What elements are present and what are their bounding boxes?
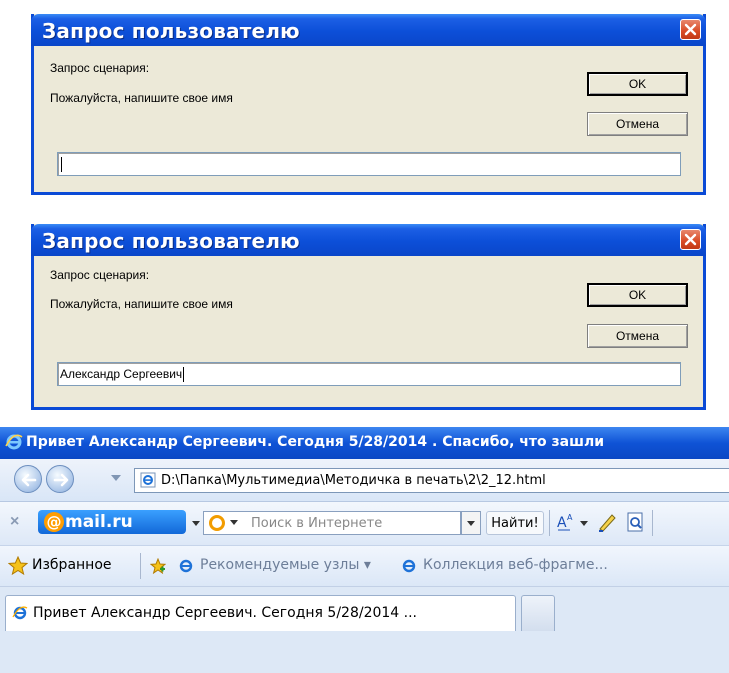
ok-button[interactable]: OK	[587, 283, 688, 307]
close-icon	[684, 233, 697, 246]
name-input[interactable]: Александр Сергеевич	[57, 362, 681, 386]
prompt-heading: Запрос сценария:	[50, 268, 150, 282]
new-tab-button[interactable]	[521, 595, 555, 631]
address-bar[interactable]: D:\Папка\Мультимедиа\Методичка в печать\…	[134, 468, 729, 493]
mailru-toolbar: × @ mail.ru Поиск в Интернете Найти! A A	[0, 502, 729, 546]
prompt-text: Пожалуйста, напишите свое имя	[50, 297, 233, 311]
name-input[interactable]	[57, 152, 681, 176]
prompt-text: Пожалуйста, напишите свое имя	[50, 91, 233, 105]
suggested-sites-link[interactable]: Рекомендуемые узлы ▾	[200, 557, 371, 573]
close-icon	[684, 23, 697, 36]
forward-arrow-icon	[53, 473, 69, 487]
cancel-button[interactable]: Отмена	[587, 324, 688, 348]
favorites-bar: Избранное Рекомендуемые узлы ▾ Коллекция…	[0, 546, 729, 587]
close-button[interactable]	[680, 19, 701, 40]
mailru-brand: mail.ru	[65, 512, 133, 532]
ie-logo-icon	[5, 434, 23, 450]
web-slice-gallery-link[interactable]: Коллекция веб-фрагме...	[423, 557, 608, 573]
page-ie-icon	[140, 472, 156, 488]
page-preview-icon[interactable]	[624, 511, 646, 533]
dialog-titlebar[interactable]: Запрос пользователю	[31, 224, 706, 256]
dialog-title: Запрос пользователю	[42, 19, 300, 43]
at-icon: @	[44, 512, 64, 532]
back-button[interactable]	[14, 465, 42, 493]
text-size-dropdown-icon[interactable]	[580, 521, 588, 526]
back-arrow-icon	[21, 473, 37, 487]
favorites-label[interactable]: Избранное	[32, 557, 112, 573]
tab-title: Привет Александр Сергеевич. Сегодня 5/28…	[33, 605, 418, 621]
search-engine-icon	[209, 515, 225, 531]
input-value: Александр Сергеевич	[60, 367, 183, 381]
ie-page-icon	[12, 606, 28, 620]
toolbar-divider	[549, 510, 550, 536]
search-history-dropdown[interactable]	[461, 511, 481, 535]
svg-text:A: A	[557, 515, 567, 531]
dialog-titlebar[interactable]: Запрос пользователю	[31, 14, 706, 46]
svg-text:A: A	[567, 513, 573, 522]
text-caret	[61, 157, 62, 173]
close-button[interactable]	[680, 229, 701, 250]
mailru-dropdown-icon[interactable]	[192, 521, 200, 526]
cancel-button[interactable]: Отмена	[587, 112, 688, 136]
prompt-dialog-empty: Запрос пользователю Запрос сценария: Пож…	[31, 14, 706, 195]
chevron-down-icon	[467, 521, 475, 526]
window-titlebar[interactable]: Привет Александр Сергеевич. Сегодня 5/28…	[0, 427, 729, 459]
ie-page-icon	[179, 559, 193, 573]
tab-active[interactable]: Привет Александр Сергеевич. Сегодня 5/28…	[5, 595, 516, 631]
ie-page-icon	[402, 559, 416, 573]
add-favorite-icon[interactable]	[150, 558, 166, 574]
highlighter-icon[interactable]	[596, 511, 618, 533]
window-title: Привет Александр Сергеевич. Сегодня 5/28…	[26, 434, 605, 450]
ie-browser-window: Привет Александр Сергеевич. Сегодня 5/28…	[0, 427, 729, 673]
find-button[interactable]: Найти!	[486, 511, 544, 535]
history-dropdown-icon[interactable]	[111, 475, 121, 481]
ok-button[interactable]: OK	[587, 72, 688, 96]
forward-button[interactable]	[46, 465, 74, 493]
navigation-bar: D:\Папка\Мультимедиа\Методичка в печать\…	[0, 459, 729, 502]
favorites-star-icon[interactable]	[8, 556, 28, 576]
mailru-logo[interactable]: @ mail.ru	[38, 510, 186, 534]
search-input[interactable]: Поиск в Интернете	[203, 511, 461, 535]
text-size-icon[interactable]: A A	[556, 511, 578, 533]
address-text: D:\Папка\Мультимедиа\Методичка в печать\…	[161, 473, 546, 488]
tab-bar: Привет Александр Сергеевич. Сегодня 5/28…	[0, 587, 729, 673]
close-toolbar-icon[interactable]: ×	[10, 513, 19, 531]
toolbar-divider	[652, 510, 653, 536]
favbar-divider	[140, 553, 141, 579]
dialog-title: Запрос пользователю	[42, 229, 300, 253]
prompt-heading: Запрос сценария:	[50, 61, 150, 75]
engine-dropdown-icon[interactable]	[230, 520, 238, 525]
search-placeholder: Поиск в Интернете	[251, 516, 383, 531]
text-caret	[183, 367, 185, 383]
prompt-dialog-filled: Запрос пользователю Запрос сценария: Пож…	[31, 224, 706, 410]
